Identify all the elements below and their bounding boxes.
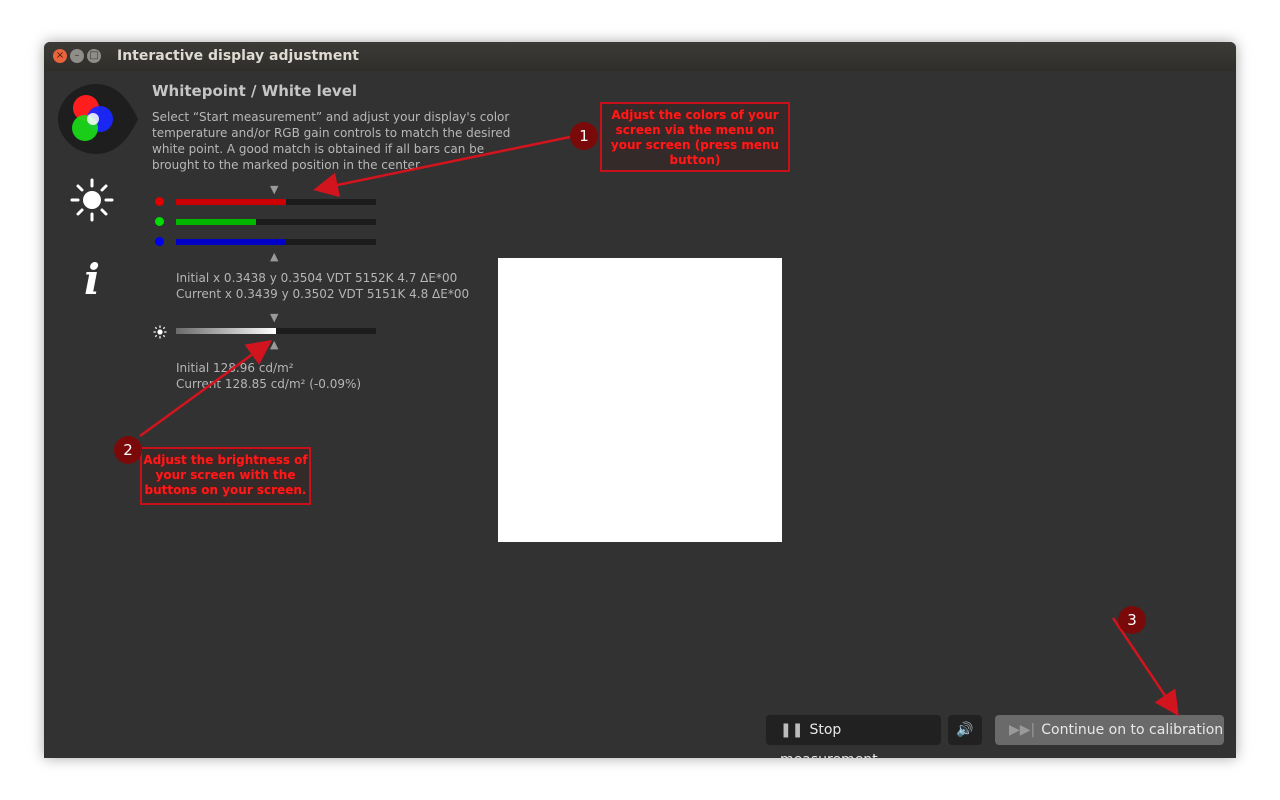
annotation-badge-1: 1 <box>570 122 598 150</box>
annotation-note-1: Adjust the colors of your screen via the… <box>600 102 790 172</box>
annotation-badge-3: 3 <box>1118 606 1146 634</box>
annotation-note-2: Adjust the brightness of your screen wit… <box>140 447 311 505</box>
annotation-badge-2: 2 <box>114 436 142 464</box>
